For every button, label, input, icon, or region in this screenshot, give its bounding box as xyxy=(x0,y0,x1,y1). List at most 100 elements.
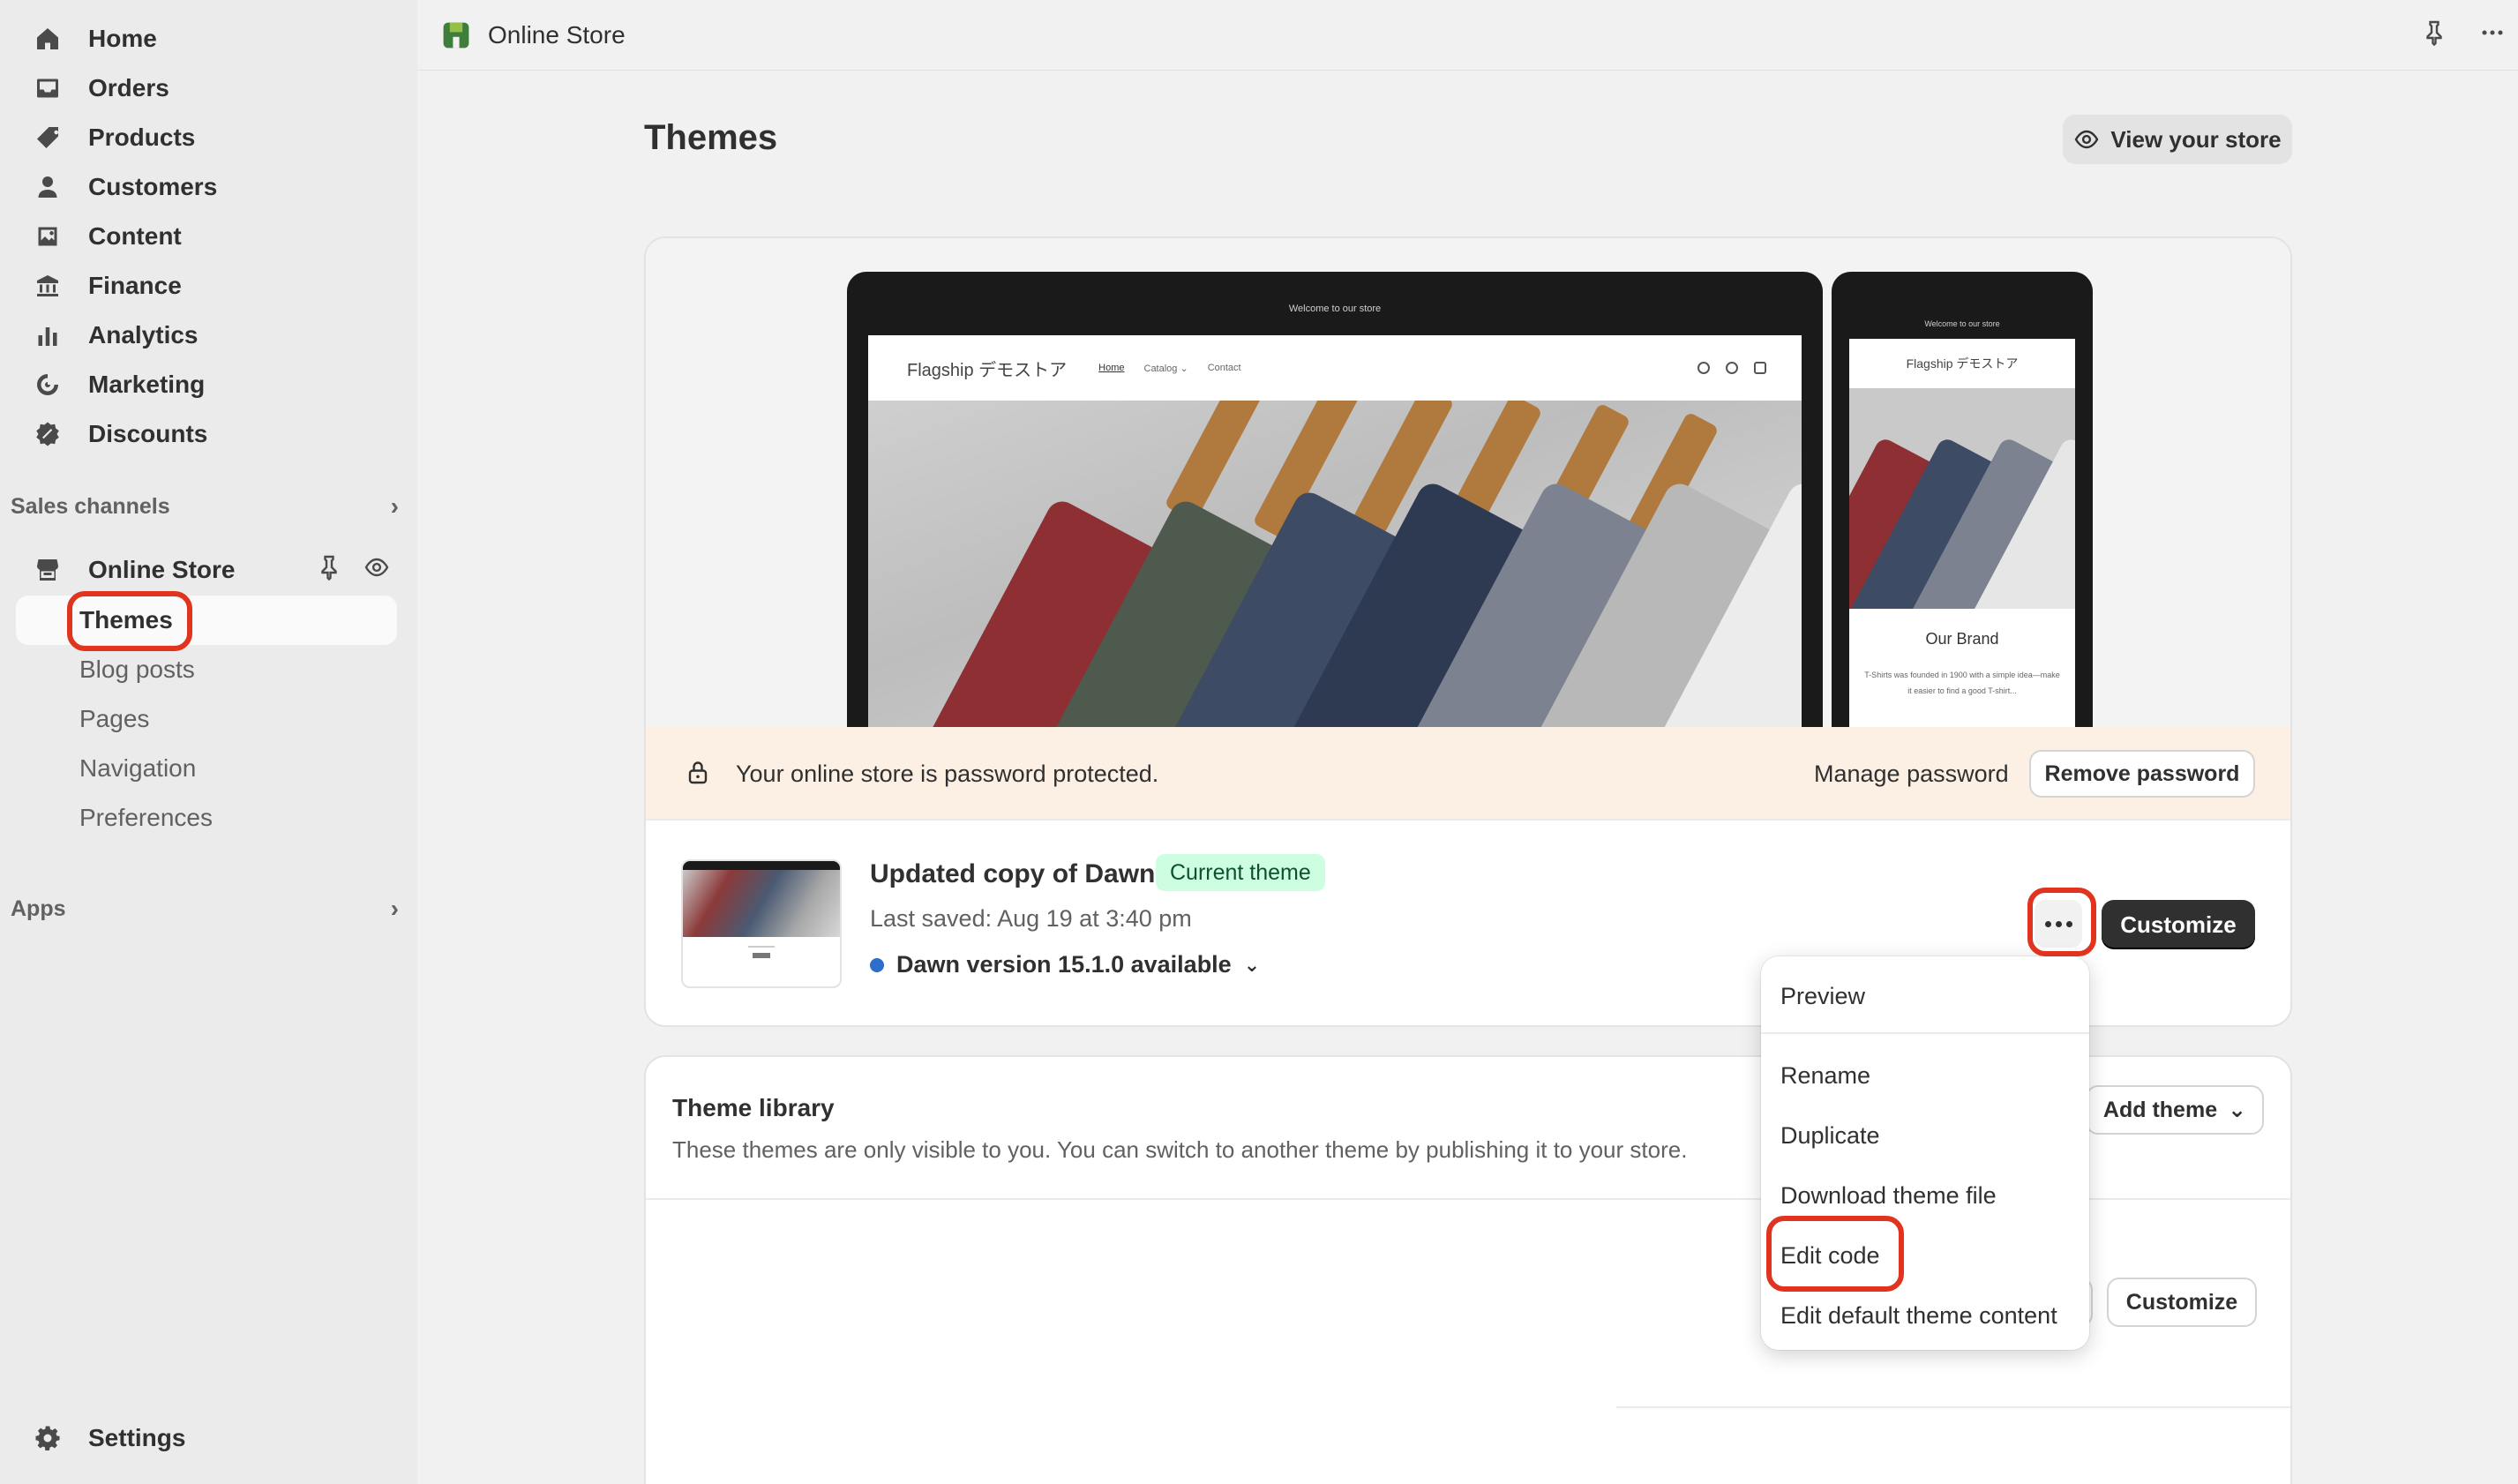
chevron-right-icon: › xyxy=(390,895,399,922)
nav-themes[interactable]: Themes xyxy=(79,606,173,634)
nav-blog-posts[interactable]: Blog posts xyxy=(79,656,195,684)
more-horizontal-icon[interactable] xyxy=(2479,19,2506,46)
store-name: Flagship デモストア xyxy=(907,360,1068,380)
manage-password-link[interactable]: Manage password xyxy=(1814,761,2009,788)
nav-finance[interactable]: Finance xyxy=(16,263,395,309)
divider xyxy=(1616,1406,2290,1408)
nav-label: Content xyxy=(88,222,182,250)
pin-icon[interactable] xyxy=(2421,19,2447,46)
view-your-store-label: View your store xyxy=(2110,125,2282,153)
apps-label: Apps xyxy=(11,896,66,921)
version-available[interactable]: Dawn version 15.1.0 available ⌄ xyxy=(870,951,1260,978)
nav-products[interactable]: Products xyxy=(16,115,395,161)
inbox-icon xyxy=(32,72,64,104)
chevron-down-icon: ⌄ xyxy=(1243,953,1261,976)
customize-button[interactable]: Customize xyxy=(2102,900,2255,949)
current-theme-badge: Current theme xyxy=(1156,854,1325,891)
apps-header[interactable]: Apps › xyxy=(11,895,399,923)
add-theme-label: Add theme xyxy=(2102,1097,2218,1122)
nav-orders[interactable]: Orders xyxy=(16,65,395,111)
image-icon xyxy=(32,221,64,252)
target-icon xyxy=(32,369,64,401)
announcement-bar: Welcome to our store xyxy=(1288,304,1382,314)
menu-item-duplicate[interactable]: Duplicate xyxy=(1780,1122,1880,1150)
theme-library-description: These themes are only visible to you. Yo… xyxy=(672,1136,1688,1163)
announcement-bar: Welcome to our store xyxy=(1924,319,2000,328)
nav-label: Settings xyxy=(88,1424,186,1451)
lock-icon xyxy=(688,761,708,784)
nav-preferences[interactable]: Preferences xyxy=(79,804,213,832)
sales-channels-label: Sales channels xyxy=(11,493,170,519)
nav-content[interactable]: Content xyxy=(16,214,395,259)
theme-name: Updated copy of Dawn xyxy=(870,859,1156,888)
person-icon xyxy=(32,171,64,203)
eye-icon[interactable] xyxy=(363,554,390,581)
mobile-brand-heading: Our Brand xyxy=(1925,630,1999,648)
theme-actions-button[interactable] xyxy=(2035,900,2082,948)
status-dot xyxy=(870,957,884,972)
sales-channels-header[interactable]: Sales channels › xyxy=(11,492,399,521)
last-saved-text: Last saved: Aug 19 at 3:40 pm xyxy=(870,905,1192,932)
nav-customers[interactable]: Customers xyxy=(16,164,395,210)
online-store-app-icon xyxy=(443,22,469,48)
nav-pages[interactable]: Pages xyxy=(79,705,149,733)
dot xyxy=(2044,920,2051,927)
nav-label: Products xyxy=(88,124,196,151)
store-nav: Home Catalog ⌄ Contact xyxy=(1098,363,1240,374)
nav-discounts[interactable]: Discounts xyxy=(16,411,395,457)
gear-icon xyxy=(32,1422,64,1454)
password-banner-text: Your online store is password protected. xyxy=(736,761,1159,787)
remove-password-button[interactable]: Remove password xyxy=(2029,750,2255,798)
online-store-actions xyxy=(316,554,390,581)
mobile-brand-text: T-Shirts was founded in 1900 with a simp… xyxy=(1864,671,2060,695)
store-icon xyxy=(32,554,64,586)
nav-label: Marketing xyxy=(88,371,206,398)
theme-preview[interactable]: Welcome to our store Flagship デモストア Home… xyxy=(646,238,2290,731)
menu-item-preview[interactable]: Preview xyxy=(1780,983,1865,1010)
desktop-screen: Flagship デモストア Home Catalog ⌄ Contact xyxy=(868,335,1802,731)
nav-label: Home xyxy=(88,25,157,52)
nav-home[interactable]: Home xyxy=(16,16,395,62)
nav-analytics[interactable]: Analytics xyxy=(16,312,395,358)
bank-icon xyxy=(32,270,64,302)
store-nav-item: Catalog ⌄ xyxy=(1143,363,1188,374)
nav-themes-row[interactable] xyxy=(16,596,397,645)
add-theme-button[interactable]: Add theme ⌄ xyxy=(2086,1085,2264,1135)
library-customize-button[interactable]: Customize xyxy=(2107,1278,2257,1327)
menu-item-edit-default-theme-content[interactable]: Edit default theme content xyxy=(1780,1302,2057,1330)
mobile-screen: Flagship デモストア Our Brand T-Shirts was fo… xyxy=(1849,339,2075,731)
view-your-store-button[interactable]: View your store xyxy=(2063,115,2292,164)
menu-item-download-theme-file[interactable]: Download theme file xyxy=(1780,1182,1997,1210)
nav-navigation[interactable]: Navigation xyxy=(79,754,196,783)
page-title: Themes xyxy=(644,118,778,157)
store-header: Flagship デモストア Home Catalog ⌄ Contact xyxy=(868,335,1802,401)
desktop-preview: Welcome to our store Flagship デモストア Home… xyxy=(847,272,1823,731)
search-icon xyxy=(1697,362,1710,374)
menu-item-rename[interactable]: Rename xyxy=(1780,1062,1870,1090)
nav-settings[interactable]: Settings xyxy=(16,1415,395,1461)
discount-icon xyxy=(32,418,64,450)
theme-thumbnail xyxy=(681,859,842,988)
mobile-hero-image xyxy=(1849,388,2075,609)
sidebar: Home Orders Products Customers Content F… xyxy=(0,0,417,1484)
chevron-down-icon: ⌄ xyxy=(2228,1098,2247,1122)
nav-label: Orders xyxy=(88,74,169,101)
pin-icon[interactable] xyxy=(316,554,342,581)
theme-library-title: Theme library xyxy=(672,1094,835,1121)
menu-item-edit-code[interactable]: Edit code xyxy=(1780,1242,1880,1270)
nav-marketing[interactable]: Marketing xyxy=(16,362,395,408)
nav-label: Discounts xyxy=(88,420,208,447)
home-icon xyxy=(32,23,64,55)
account-icon xyxy=(1726,362,1738,374)
nav-label: Online Store xyxy=(88,556,236,583)
current-theme-card: Welcome to our store Flagship デモストア Home… xyxy=(644,236,2292,1027)
tag-icon xyxy=(32,122,64,154)
topbar-title: Online Store xyxy=(488,20,626,49)
hero-image xyxy=(868,401,1802,731)
bar-chart-icon xyxy=(32,319,64,351)
password-banner: Your online store is password protected.… xyxy=(646,727,2290,821)
eye-icon xyxy=(2075,130,2099,149)
nav-label: Customers xyxy=(88,173,218,200)
topbar-actions xyxy=(2421,19,2506,46)
version-text: Dawn version 15.1.0 available xyxy=(896,951,1232,978)
